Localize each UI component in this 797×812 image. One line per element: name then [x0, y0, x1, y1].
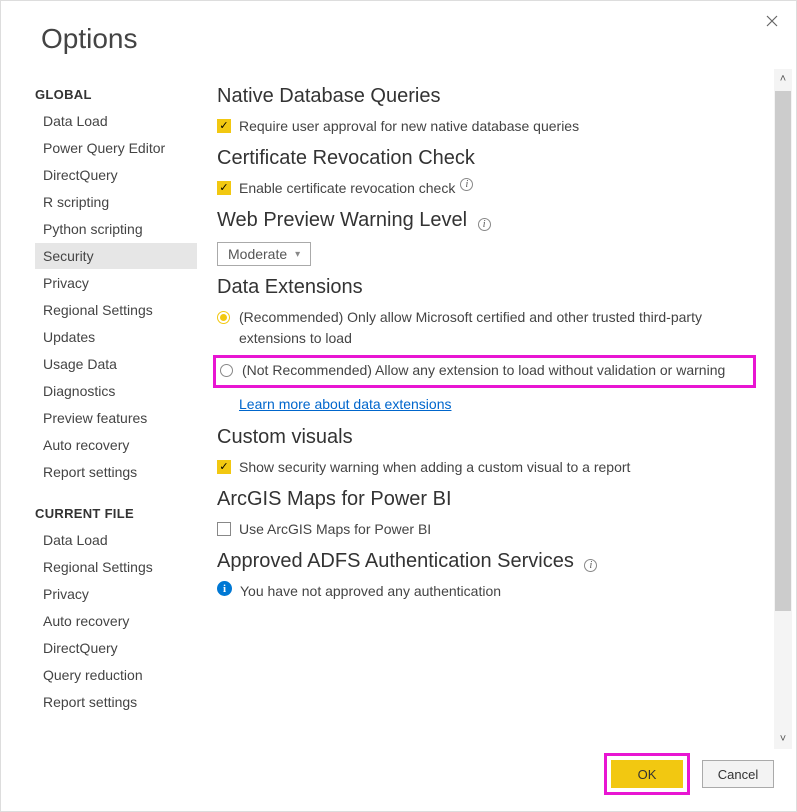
sidebar-item-preview-features[interactable]: Preview features [35, 405, 197, 431]
chevron-down-icon: ˅ [780, 733, 786, 745]
label-require-user-approval: Require user approval for new native dat… [239, 116, 579, 137]
label-use-arcgis: Use ArcGIS Maps for Power BI [239, 519, 431, 540]
sidebar-item-privacy[interactable]: Privacy [35, 270, 197, 296]
section-cert-revocation: Certificate Revocation Check [217, 147, 756, 170]
scroll-thumb[interactable] [775, 91, 791, 611]
sidebar-item-cf-query-reduction[interactable]: Query reduction [35, 662, 197, 688]
info-icon[interactable]: i [584, 559, 597, 572]
sidebar-item-cf-auto-recovery[interactable]: Auto recovery [35, 608, 197, 634]
sidebar-item-python-scripting[interactable]: Python scripting [35, 216, 197, 242]
sidebar-item-r-scripting[interactable]: R scripting [35, 189, 197, 215]
sidebar-item-cf-data-load[interactable]: Data Load [35, 527, 197, 553]
section-web-preview-label: Web Preview Warning Level [217, 209, 467, 231]
sidebar-item-cf-report-settings[interactable]: Report settings [35, 689, 197, 715]
info-blue-icon: i [217, 581, 232, 596]
sidebar-item-updates[interactable]: Updates [35, 324, 197, 350]
checkbox-show-security-warning[interactable]: ✓ [217, 460, 231, 474]
checkbox-use-arcgis[interactable] [217, 522, 231, 536]
sidebar-item-data-load[interactable]: Data Load [35, 108, 197, 134]
info-icon[interactable]: i [460, 178, 473, 191]
radio-recommended-extensions[interactable] [217, 311, 230, 324]
label-not-recommended-extensions: (Not Recommended) Allow any extension to… [242, 360, 725, 381]
sidebar-item-auto-recovery[interactable]: Auto recovery [35, 432, 197, 458]
checkbox-enable-cert-revocation[interactable]: ✓ [217, 181, 231, 195]
dialog-title: Options [1, 1, 796, 69]
highlight-ok: OK [604, 753, 690, 795]
section-native-db-queries: Native Database Queries [217, 85, 756, 108]
dropdown-selected-value: Moderate [228, 246, 287, 262]
checkbox-require-user-approval[interactable]: ✓ [217, 119, 231, 133]
sidebar: GLOBAL Data Load Power Query Editor Dire… [1, 69, 197, 749]
scrollbar-vertical[interactable]: ˄ ˅ [774, 69, 792, 749]
highlight-not-recommended: (Not Recommended) Allow any extension to… [213, 355, 756, 388]
label-recommended-extensions: (Recommended) Only allow Microsoft certi… [239, 307, 756, 349]
sidebar-item-security[interactable]: Security [35, 243, 197, 269]
radio-not-recommended-extensions[interactable] [220, 364, 233, 377]
dialog-body: GLOBAL Data Load Power Query Editor Dire… [1, 69, 796, 749]
link-learn-more-data-extensions[interactable]: Learn more about data extensions [239, 396, 451, 412]
scroll-up-button[interactable]: ˄ [774, 69, 792, 89]
label-adfs-message: You have not approved any authentication [240, 581, 501, 602]
section-adfs: Approved ADFS Authentication Services i [217, 550, 756, 573]
section-data-extensions: Data Extensions [217, 276, 756, 299]
chevron-up-icon: ˄ [780, 73, 786, 85]
sidebar-group-current-file: CURRENT FILE [35, 506, 197, 521]
sidebar-item-cf-regional-settings[interactable]: Regional Settings [35, 554, 197, 580]
dropdown-web-preview-level[interactable]: Moderate ▾ [217, 242, 311, 266]
content-wrap: Native Database Queries ✓ Require user a… [197, 69, 796, 749]
content-panel: Native Database Queries ✓ Require user a… [197, 69, 774, 749]
cancel-button[interactable]: Cancel [702, 760, 774, 788]
sidebar-item-regional-settings[interactable]: Regional Settings [35, 297, 197, 323]
section-custom-visuals: Custom visuals [217, 426, 756, 449]
label-show-security-warning: Show security warning when adding a cust… [239, 457, 630, 478]
chevron-down-icon: ▾ [295, 249, 300, 260]
sidebar-item-report-settings[interactable]: Report settings [35, 459, 197, 485]
options-dialog: Options GLOBAL Data Load Power Query Edi… [0, 0, 797, 812]
section-web-preview: Web Preview Warning Level i [217, 209, 756, 232]
sidebar-item-usage-data[interactable]: Usage Data [35, 351, 197, 377]
sidebar-item-cf-privacy[interactable]: Privacy [35, 581, 197, 607]
sidebar-item-diagnostics[interactable]: Diagnostics [35, 378, 197, 404]
scroll-down-button[interactable]: ˅ [774, 729, 792, 749]
section-arcgis: ArcGIS Maps for Power BI [217, 488, 756, 511]
close-icon[interactable] [762, 11, 782, 31]
label-enable-cert-revocation: Enable certificate revocation check [239, 178, 455, 199]
sidebar-group-global: GLOBAL [35, 87, 197, 102]
dialog-footer: OK Cancel [604, 753, 774, 795]
info-icon[interactable]: i [478, 218, 491, 231]
ok-button[interactable]: OK [611, 760, 683, 788]
sidebar-item-power-query-editor[interactable]: Power Query Editor [35, 135, 197, 161]
sidebar-item-directquery[interactable]: DirectQuery [35, 162, 197, 188]
section-adfs-label: Approved ADFS Authentication Services [217, 550, 574, 572]
sidebar-item-cf-directquery[interactable]: DirectQuery [35, 635, 197, 661]
